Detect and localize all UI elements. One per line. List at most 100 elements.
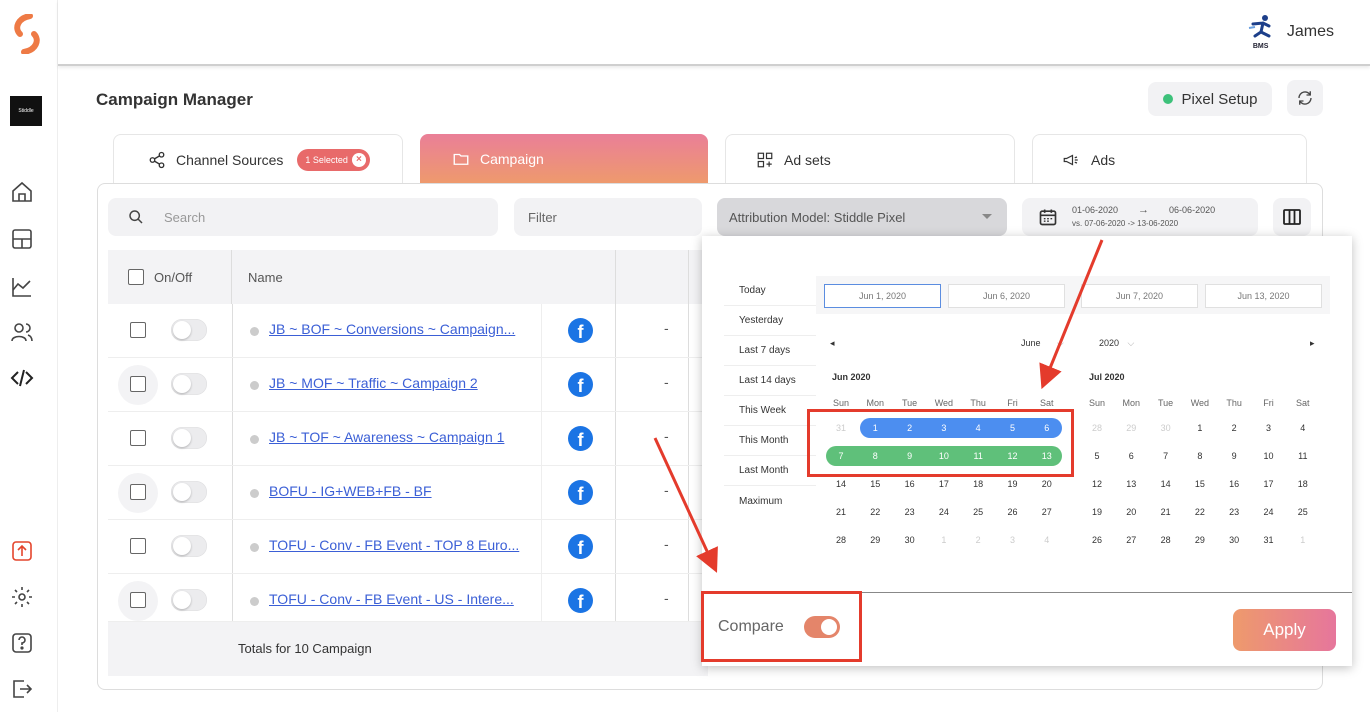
calendar-day[interactable]: 26 bbox=[1080, 530, 1114, 550]
preset-yesterday[interactable]: Yesterday bbox=[724, 306, 816, 336]
calendar-day[interactable]: 30 bbox=[1217, 530, 1251, 550]
calendar-day[interactable]: 22 bbox=[1183, 502, 1217, 522]
row-toggle[interactable] bbox=[171, 589, 207, 611]
calendar-day[interactable]: 20 bbox=[1030, 474, 1064, 494]
preset-this-week[interactable]: This Week bbox=[724, 396, 816, 426]
user-menu[interactable]: BMS James bbox=[1247, 14, 1334, 50]
home-icon[interactable] bbox=[10, 180, 34, 204]
date-range-picker[interactable]: 01-06-2020 → 06-06-2020 vs. 07-06-2020 -… bbox=[1022, 198, 1258, 236]
calendar-day[interactable]: 20 bbox=[1114, 502, 1148, 522]
gear-icon[interactable] bbox=[10, 585, 34, 609]
tab-campaign[interactable]: Campaign bbox=[420, 134, 708, 184]
calendar-day[interactable]: 19 bbox=[996, 474, 1030, 494]
analytics-icon[interactable] bbox=[10, 275, 34, 299]
row-checkbox[interactable] bbox=[130, 592, 146, 608]
row-toggle[interactable] bbox=[171, 373, 207, 395]
year-select[interactable]: 2020 ⌵ bbox=[1099, 338, 1134, 349]
month-select[interactable]: June ⌵ bbox=[1021, 338, 1064, 349]
code-icon[interactable] bbox=[10, 366, 34, 390]
close-icon[interactable]: × bbox=[351, 152, 366, 167]
app-logo-icon[interactable] bbox=[10, 14, 44, 54]
campaign-link[interactable]: TOFU - Conv - FB Event - US - Intere... bbox=[269, 591, 521, 607]
calendar-day[interactable]: 18 bbox=[961, 474, 995, 494]
calendar-day[interactable]: 6 bbox=[1114, 446, 1148, 466]
row-toggle[interactable] bbox=[171, 319, 207, 341]
calendar-day[interactable]: 23 bbox=[893, 502, 927, 522]
calendar-day[interactable]: 25 bbox=[961, 502, 995, 522]
calendar-day[interactable]: 12 bbox=[1080, 474, 1114, 494]
calendar-day[interactable]: 25 bbox=[1286, 502, 1320, 522]
preset-last-7-days[interactable]: Last 7 days bbox=[724, 336, 816, 366]
preset-today[interactable]: Today bbox=[724, 276, 816, 306]
calendar-day[interactable]: 16 bbox=[893, 474, 927, 494]
calendar-day[interactable]: 26 bbox=[996, 502, 1030, 522]
logout-icon[interactable] bbox=[10, 677, 34, 701]
calendar-day[interactable]: 15 bbox=[858, 474, 892, 494]
calendar-day[interactable]: 16 bbox=[1217, 474, 1251, 494]
row-checkbox[interactable] bbox=[130, 484, 146, 500]
row-toggle[interactable] bbox=[171, 427, 207, 449]
calendar-day[interactable]: 24 bbox=[1252, 502, 1286, 522]
campaign-link[interactable]: JB ~ MOF ~ Traffic ~ Campaign 2 bbox=[269, 375, 521, 391]
filter-input[interactable]: Filter bbox=[514, 198, 702, 236]
calendar-day[interactable]: 2 bbox=[1217, 418, 1251, 438]
row-toggle[interactable] bbox=[171, 535, 207, 557]
calendar-day[interactable]: 14 bbox=[1149, 474, 1183, 494]
attribution-model-select[interactable]: Attribution Model: Stiddle Pixel bbox=[717, 198, 1007, 236]
next-month-icon[interactable]: ▸ bbox=[1310, 338, 1315, 349]
row-checkbox[interactable] bbox=[130, 376, 146, 392]
tab-ads[interactable]: Ads bbox=[1032, 134, 1307, 184]
campaign-link[interactable]: JB ~ BOF ~ Conversions ~ Campaign... bbox=[269, 321, 521, 337]
campaign-link[interactable]: BOFU - IG+WEB+FB - BF bbox=[269, 483, 521, 499]
calendar-day[interactable]: 10 bbox=[1252, 446, 1286, 466]
calendar-day[interactable]: 9 bbox=[1217, 446, 1251, 466]
calendar-day[interactable]: 23 bbox=[1217, 502, 1251, 522]
calendar-day[interactable]: 15 bbox=[1183, 474, 1217, 494]
row-checkbox[interactable] bbox=[130, 430, 146, 446]
row-toggle[interactable] bbox=[171, 481, 207, 503]
calendar-day[interactable]: 3 bbox=[1252, 418, 1286, 438]
selected-badge[interactable]: 1 Selected × bbox=[297, 148, 370, 171]
calendar-day[interactable]: 30 bbox=[893, 530, 927, 550]
calendar-day[interactable]: 14 bbox=[824, 474, 858, 494]
calendar-day[interactable]: 21 bbox=[824, 502, 858, 522]
select-all-checkbox[interactable] bbox=[128, 269, 144, 285]
calendar-day[interactable]: 22 bbox=[858, 502, 892, 522]
campaign-link[interactable]: TOFU - Conv - FB Event - TOP 8 Euro... bbox=[269, 537, 521, 553]
calendar-day[interactable]: 21 bbox=[1149, 502, 1183, 522]
calendar-day[interactable]: 4 bbox=[1286, 418, 1320, 438]
row-checkbox[interactable] bbox=[130, 322, 146, 338]
calendar-day[interactable]: 31 bbox=[1252, 530, 1286, 550]
calendar-day[interactable]: 28 bbox=[824, 530, 858, 550]
compare-start-input[interactable]: Jun 7, 2020 bbox=[1081, 284, 1198, 308]
calendar-day[interactable]: 29 bbox=[858, 530, 892, 550]
start-date-input[interactable]: Jun 1, 2020 bbox=[824, 284, 941, 308]
tab-ad-sets[interactable]: Ad sets bbox=[725, 134, 1015, 184]
calendar-day[interactable]: 13 bbox=[1114, 474, 1148, 494]
dashboard-icon[interactable] bbox=[10, 227, 34, 251]
calendar-day[interactable]: 17 bbox=[927, 474, 961, 494]
row-checkbox[interactable] bbox=[130, 538, 146, 554]
preset-this-month[interactable]: This Month bbox=[724, 426, 816, 456]
end-date-input[interactable]: Jun 6, 2020 bbox=[948, 284, 1065, 308]
calendar-day[interactable]: 19 bbox=[1080, 502, 1114, 522]
pixel-setup-button[interactable]: Pixel Setup bbox=[1148, 82, 1272, 116]
calendar-day[interactable]: 17 bbox=[1252, 474, 1286, 494]
upload-icon[interactable] bbox=[10, 539, 34, 563]
columns-button[interactable] bbox=[1273, 198, 1311, 236]
preset-last-month[interactable]: Last Month bbox=[724, 456, 816, 486]
calendar-day[interactable]: 27 bbox=[1114, 530, 1148, 550]
preset-maximum[interactable]: Maximum bbox=[724, 486, 816, 516]
campaign-link[interactable]: JB ~ TOF ~ Awareness ~ Campaign 1 bbox=[269, 429, 521, 445]
calendar-day[interactable]: 7 bbox=[1149, 446, 1183, 466]
compare-end-input[interactable]: Jun 13, 2020 bbox=[1205, 284, 1322, 308]
refresh-button[interactable] bbox=[1287, 80, 1323, 116]
search-input[interactable]: Search bbox=[108, 198, 498, 236]
calendar-day[interactable]: 8 bbox=[1183, 446, 1217, 466]
tab-channel-sources[interactable]: Channel Sources 1 Selected × bbox=[113, 134, 403, 184]
calendar-day[interactable]: 27 bbox=[1030, 502, 1064, 522]
calendar-day[interactable]: 5 bbox=[1080, 446, 1114, 466]
calendar-day[interactable]: 28 bbox=[1149, 530, 1183, 550]
calendar-day[interactable]: 29 bbox=[1183, 530, 1217, 550]
preset-last-14-days[interactable]: Last 14 days bbox=[724, 366, 816, 396]
